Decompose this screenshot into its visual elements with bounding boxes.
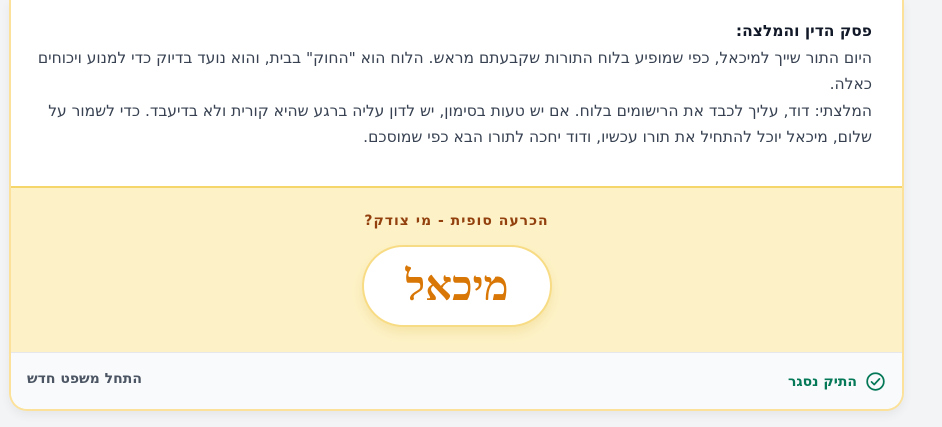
ruling-paragraph: היום התור שייך למיכאל, כפי שמופיע בלוח ה… bbox=[37, 48, 872, 94]
ruling-title: פסק הדין והמלצה: bbox=[735, 22, 872, 40]
ruling-section: פסק הדין והמלצה: היום התור שייך למיכאל, … bbox=[11, 0, 902, 186]
case-status-label: התיק נסגר bbox=[787, 373, 857, 390]
new-trial-button[interactable]: התחל משפט חדש bbox=[27, 371, 142, 387]
check-circle-icon bbox=[866, 372, 885, 391]
winner-badge: מיכאל bbox=[362, 245, 552, 327]
final-verdict-section: הכרעה סופית - מי צודק? מיכאל bbox=[11, 186, 902, 352]
card-footer: התיק נסגר התחל משפט חדש bbox=[11, 352, 902, 409]
verdict-card: פסק הדין והמלצה: היום התור שייך למיכאל, … bbox=[9, 0, 904, 411]
winner-name: מיכאל bbox=[405, 261, 509, 310]
recommendation-paragraph: המלצתי: דוד, עליך לכבד את הרישומים בלוח.… bbox=[48, 101, 872, 147]
final-verdict-label: הכרעה סופית - מי צודק? bbox=[364, 213, 549, 229]
case-status: התיק נסגר bbox=[788, 371, 886, 392]
